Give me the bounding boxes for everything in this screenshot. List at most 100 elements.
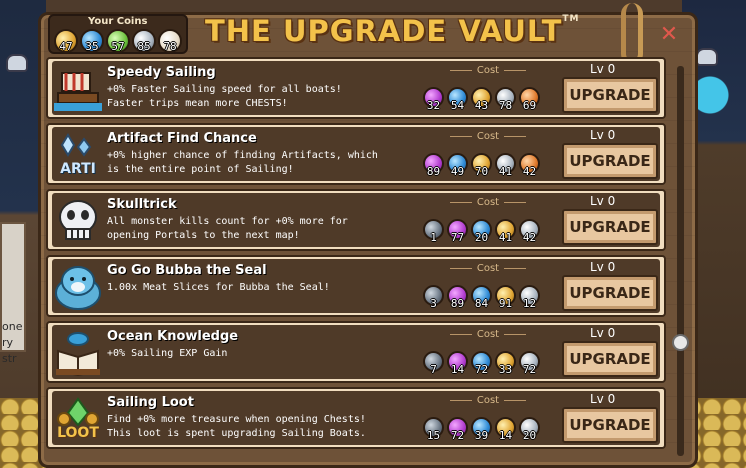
upgrade-button[interactable]: UPGRADE [562,77,658,113]
level-label: Lv 0 [590,326,616,340]
upgrade-button[interactable]: UPGRADE [562,143,658,179]
cost-value: 72 [450,429,465,442]
cost-value: 69 [522,99,537,112]
silver-coin-icon: 78 [495,87,516,112]
cost-value: 42 [522,231,537,244]
description-line-2: This loot is spent upgrading Sailing Boa… [107,428,366,439]
level-label: Lv 0 [590,128,616,142]
description-line-2: opening Portals to the next map! [107,230,300,241]
scrollbar-track[interactable] [677,66,684,456]
icon-text: ARTI [60,161,96,177]
cost-label: Cost [438,263,538,274]
gold-coin-icon: 14 [495,417,516,442]
purple-coin-icon: 32 [423,87,444,112]
purple-coin-icon: 89 [447,285,468,310]
cost-label: Cost [438,65,538,76]
upgrade-row: Skulltrick All monster kills count for +0… [46,189,666,251]
gold-coin-icon: 43 [471,87,492,112]
vault-title: THE UPGRADE VAULTTM [205,14,579,48]
cost-value: 49 [450,165,465,178]
gold-coin-icon: 91 [495,285,516,310]
coin-count: 78 [163,40,177,53]
level-label: Lv 0 [590,62,616,76]
cost-label: Cost [438,197,538,208]
dark-coin-icon: 15 [423,417,444,442]
upgrade-description: +0% higher chance of finding Artifacts, … [107,149,407,177]
upgrade-row: LOOT Sailing Loot Find +0% more treasure w… [46,387,666,449]
upgrade-row: Ocean Knowledge +0% Sailing EXP Gain Cost 7… [46,321,666,383]
poster-line-2: ry [2,336,14,349]
silver-coin-icon: 12 [519,285,540,310]
upgrade-description: All monster kills count for +0% more for… [107,215,407,243]
blue-coin-icon: 54 [447,87,468,112]
pale-coin-icon: 78 [158,29,182,53]
level-label: Lv 0 [590,260,616,274]
open-book-icon [54,329,102,377]
description-line-1: +0% Sailing EXP Gain [107,348,228,359]
upgrade-button[interactable]: UPGRADE [562,407,658,443]
cost-value: 33 [498,363,513,376]
cost-coins: 15 72 39 14 20 [423,417,540,442]
level-label: Lv 0 [590,392,616,406]
skull-monster-icon [696,48,718,66]
cost-value: 7 [430,363,437,376]
upgrade-button[interactable]: UPGRADE [562,275,658,311]
cost-label: Cost [438,329,538,340]
cost-value: 70 [474,165,489,178]
silver-coin-icon: 85 [132,29,156,53]
orange-coin-icon: 69 [519,87,540,112]
dark-coin-icon: 7 [423,351,444,376]
purple-coin-icon: 89 [423,153,444,178]
vault-title-text: THE UPGRADE VAULT [205,14,563,48]
upgrade-name: Speedy Sailing [107,65,216,80]
upgrade-name: Artifact Find Chance [107,131,257,146]
upgrade-name: Ocean Knowledge [107,329,239,344]
close-icon[interactable]: ✕ [659,24,679,46]
upgrade-row: Go Go Bubba the Seal 1.00x Meat Slices fo… [46,255,666,317]
upgrade-name: Skulltrick [107,197,177,212]
cost-value: 78 [498,99,513,112]
blue-coin-icon: 72 [471,351,492,376]
description-line-1: All monster kills count for +0% more for [107,216,348,227]
cost-value: 15 [426,429,441,442]
cost-value: 43 [474,99,489,112]
description-line-1: +0% Faster Sailing speed for all boats! [107,84,342,95]
blue-coin-icon: 49 [447,153,468,178]
cost-value: 39 [474,429,489,442]
description-line-1: Find +0% more treasure when opening Ches… [107,414,366,425]
artifact-crystal-icon: ARTI [54,131,102,179]
cost-coins: 32 54 43 78 69 [423,87,540,112]
scrollbar-thumb[interactable] [672,334,689,351]
blue-coin-icon: 35 [80,29,104,53]
cost-value: 3 [430,297,437,310]
upgrade-description: 1.00x Meat Slices for Bubba the Seal! [107,281,407,295]
purple-coin-icon: 77 [447,219,468,244]
cost-value: 20 [474,231,489,244]
gold-coin-icon: 70 [471,153,492,178]
coin-count: 57 [111,40,125,53]
cost-value: 12 [522,297,537,310]
upgrade-button[interactable]: UPGRADE [562,209,658,245]
cost-coins: 1 77 20 41 42 [423,219,540,244]
icon-text: LOOT [57,425,99,441]
orange-coin-icon: 42 [519,153,540,178]
cost-value: 91 [498,297,513,310]
skull-monster-icon [6,54,28,72]
seal-icon [54,263,102,311]
coin-count: 85 [137,40,151,53]
silver-coin-icon: 41 [495,153,516,178]
cost-value: 32 [426,99,441,112]
cost-value: 77 [450,231,465,244]
cost-value: 84 [474,297,489,310]
description-line-1: 1.00x Meat Slices for Bubba the Seal! [107,282,330,293]
upgrade-button[interactable]: UPGRADE [562,341,658,377]
cost-value: 14 [498,429,513,442]
silver-coin-icon: 72 [519,351,540,376]
upgrade-name: Sailing Loot [107,395,194,410]
cost-value: 41 [498,231,513,244]
cost-value: 41 [498,165,513,178]
cost-coins: 7 14 72 33 72 [423,351,540,376]
rope-decoration [621,3,643,65]
cost-value: 54 [450,99,465,112]
cost-value: 89 [426,165,441,178]
